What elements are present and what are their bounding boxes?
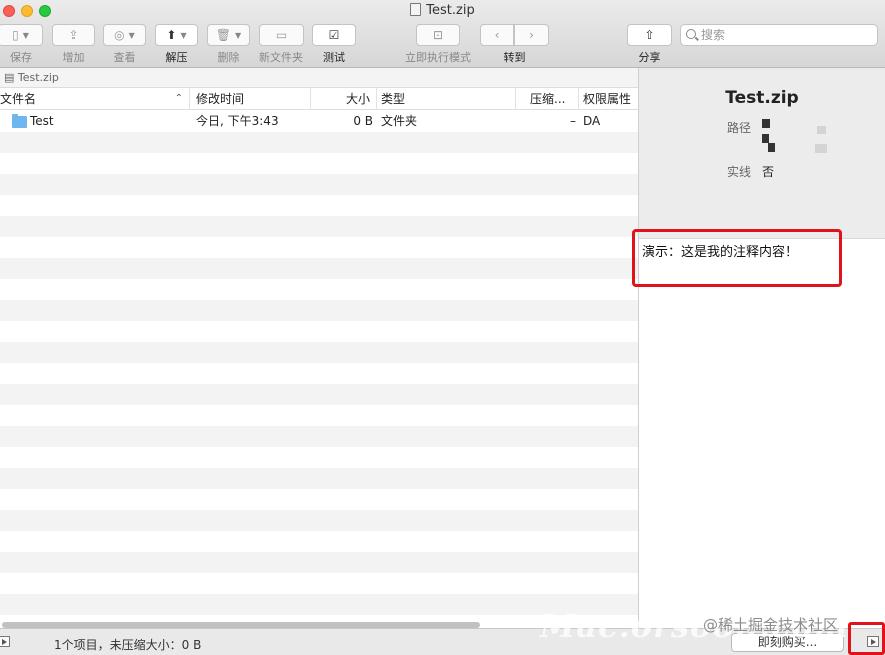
redacted-path — [768, 143, 775, 152]
save-label: 保存 — [10, 51, 32, 64]
column-compressed[interactable]: 压缩... — [526, 88, 579, 110]
empty-row — [0, 552, 638, 573]
empty-row — [0, 510, 638, 531]
delete-button[interactable]: 🗑 ▼ — [207, 24, 250, 46]
path-bar: ▤ Test.zip — [0, 68, 638, 88]
table-row[interactable]: Test 今日, 下午3:43 0 B 文件夹 – DA — [0, 111, 638, 132]
empty-row — [0, 279, 638, 300]
chevron-down-icon: ▼ — [180, 30, 187, 40]
empty-row — [0, 195, 638, 216]
redacted-path — [815, 144, 827, 153]
column-kind[interactable]: 类型 — [377, 88, 516, 110]
file-kind: 文件夹 — [381, 114, 418, 128]
chevron-left-icon: ‹ — [494, 28, 500, 42]
empty-row — [0, 342, 638, 363]
sort-up-icon: ⌃ — [174, 93, 183, 104]
file-list: Test 今日, 下午3:43 0 B 文件夹 – DA — [0, 111, 638, 621]
search-input[interactable]: 搜索 — [680, 24, 878, 46]
empty-row — [0, 258, 638, 279]
chevron-down-icon: ▼ — [128, 30, 135, 40]
chevron-down-icon: ▼ — [235, 30, 242, 40]
share-icon: ⇧ — [644, 28, 655, 42]
empty-row — [0, 153, 638, 174]
add-label: 增加 — [62, 51, 85, 64]
save-icon: ▯ — [12, 28, 19, 42]
empty-row — [0, 384, 638, 405]
view-button[interactable]: ◎ ▼ — [103, 24, 146, 46]
run-mode-label: 立即执行模式 — [405, 51, 471, 64]
archive-icon: ▤ — [4, 71, 18, 84]
redacted-path — [817, 126, 826, 134]
add-button[interactable]: ⇪ — [52, 24, 95, 46]
checkbox-icon: ☑ — [328, 28, 340, 42]
empty-row — [0, 468, 638, 489]
comment-area[interactable] — [639, 240, 885, 628]
alias-value: 否 — [762, 165, 775, 179]
new-folder-label: 新文件夹 — [259, 51, 303, 64]
info-title: Test.zip — [725, 88, 799, 108]
extract-label: 解压 — [165, 51, 188, 64]
title-bar: Test.zip ▯ ▼ 保存 ⇪ 增加 ◎ ▼ 查看 ⬆ ▼ 解压 🗑 ▼ 删除 ▭ … — [0, 0, 885, 68]
file-name: Test — [30, 114, 54, 128]
empty-row — [0, 405, 638, 426]
share-label: 分享 — [638, 51, 661, 64]
chevron-right-icon: › — [529, 28, 534, 42]
empty-row — [0, 531, 638, 552]
goto-label: 转到 — [503, 51, 526, 64]
extract-icon: ⬆ — [166, 28, 177, 42]
column-name[interactable]: 文件名 ⌃ — [0, 88, 190, 110]
sidebar-toggle-icon[interactable] — [0, 636, 10, 647]
folder-icon — [12, 114, 27, 128]
share-button[interactable]: ⇧ — [627, 24, 672, 46]
empty-row — [0, 300, 638, 321]
delete-label: 删除 — [217, 51, 240, 64]
redacted-path — [762, 134, 769, 143]
run-mode-button[interactable]: ⊡ — [416, 24, 460, 46]
path-label: 路径 — [727, 121, 752, 135]
search-icon — [686, 29, 696, 39]
chevron-down-icon: ▼ — [22, 30, 29, 40]
empty-row — [0, 489, 638, 510]
save-button[interactable]: ▯ ▼ — [0, 24, 43, 46]
empty-row — [0, 174, 638, 195]
lock-icon: ⊡ — [432, 28, 444, 42]
empty-row — [0, 363, 638, 384]
empty-row — [0, 447, 638, 468]
add-file-icon: ⇪ — [68, 28, 79, 42]
empty-row — [0, 426, 638, 447]
path-item[interactable]: Test.zip — [18, 71, 59, 84]
file-compressed: – — [570, 114, 576, 128]
archive-doc-icon — [410, 3, 422, 16]
test-button[interactable]: ☑ — [312, 24, 356, 46]
trash-icon: 🗑 — [215, 28, 232, 42]
file-modified: 今日, 下午3:43 — [196, 114, 279, 128]
test-label: 测试 — [323, 51, 345, 64]
file-size: 0 B — [353, 114, 373, 128]
magnifier-icon: ◎ — [114, 28, 125, 42]
highlight-box — [632, 229, 842, 287]
empty-row — [0, 132, 638, 153]
empty-row — [0, 573, 638, 594]
file-permissions: DA — [583, 114, 601, 128]
table-header: 文件名 ⌃ 修改时间 大小 类型 压缩... 权限属性 — [0, 88, 638, 110]
extract-button[interactable]: ⬆ ▼ — [155, 24, 198, 46]
empty-row — [0, 321, 638, 342]
new-folder-button[interactable]: ▭ — [259, 24, 304, 46]
alias-label: 实线 — [727, 165, 752, 179]
new-folder-icon: ▭ — [275, 28, 288, 42]
forward-button[interactable]: › — [514, 24, 549, 46]
empty-row — [0, 216, 638, 237]
back-button[interactable]: ‹ — [480, 24, 514, 46]
empty-row — [0, 237, 638, 258]
watermark-secondary: @稀土掘金技术社区 — [703, 616, 839, 634]
highlight-box — [848, 622, 885, 655]
column-modified[interactable]: 修改时间 — [192, 88, 311, 110]
column-permissions[interactable]: 权限属性 — [579, 88, 638, 110]
column-size[interactable]: 大小 — [311, 88, 377, 110]
info-panel: Test.zip 路径 实线 否 — [639, 68, 885, 239]
window-title: Test.zip — [0, 3, 885, 18]
status-text: 1个项目，未压缩大小：0 B — [54, 638, 202, 652]
redacted-path — [762, 119, 770, 128]
view-label: 查看 — [113, 51, 136, 64]
